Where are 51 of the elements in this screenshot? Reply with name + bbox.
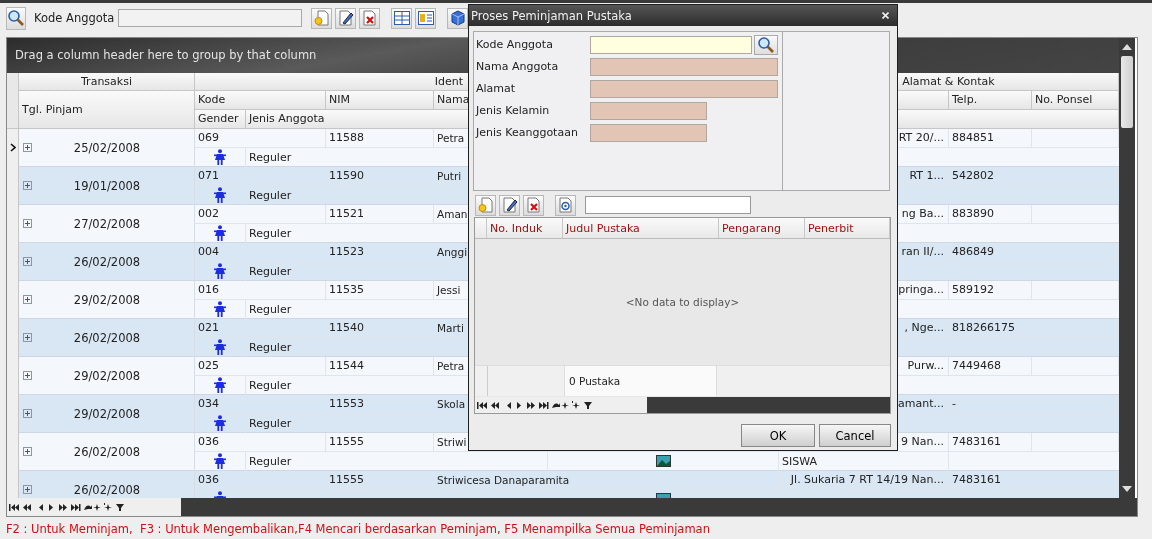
table-cell-text: 26/02/2008 [72,444,142,459]
table-cell: 004 [195,242,326,262]
table-cell-text: 29/02/2008 [72,368,142,383]
field-label: Kode Anggota [34,11,115,25]
table-cell: 11590 [326,166,434,186]
table-cell: 542802 [949,166,1032,186]
table-cell: 11588 [326,128,434,148]
table-cell-text: 26/02/2008 [72,330,142,345]
table-cell-text: 25/02/2008 [72,140,142,155]
table-cell-text: 26/02/2008 [72,482,142,497]
table-cell: - [949,394,1032,414]
table-cell: 589192 [949,280,1032,300]
table-cell: Striwicesa Danaparamita [434,470,779,490]
field-label: Jenis Kelamin [476,104,551,117]
table-cell: 002 [195,204,326,224]
table-cell: 036 [195,470,326,490]
table-cell: 7449468 [949,356,1032,376]
table-cell: 884851 [949,128,1032,148]
table-cell: 11521 [326,204,434,224]
table-cell-text: 29/02/2008 [72,406,142,421]
table-cell: Jl. Sukaria 7 RT 14/19 Nan... [779,470,949,490]
table-cell-text: 26/02/2008 [72,254,142,269]
field-label: Kode Anggota [476,38,554,51]
table-cell: 11544 [326,356,434,376]
table-cell: 7483161 [949,432,1032,452]
table-cell: 11523 [326,242,434,262]
table-cell-text: 19/01/2008 [72,178,142,193]
window-title: Proses Peminjaman Pustaka [471,8,632,23]
table-cell: 883890 [949,204,1032,224]
table-cell-text: 27/02/2008 [72,216,142,231]
table-cell: 025 [195,356,326,376]
table-cell: 11540 [326,318,434,338]
table-cell: 11535 [326,280,434,300]
table-cell-text: 29/02/2008 [72,292,142,307]
table-cell: 486849 [949,242,1032,262]
table-cell: 11555 [326,470,434,490]
table-cell: 818266175 [949,318,1032,338]
field-label: Nama Anggota [476,60,560,73]
summary-cell: 0 Pustaka [564,366,717,396]
field-label: Jenis Keanggotaan [476,126,579,139]
table-cell: 036 [195,432,326,452]
table-cell: 034 [195,394,326,414]
table-cell: 069 [195,128,326,148]
table-cell: 071 [195,166,326,186]
group-panel-hint: Drag a column header here to group by that column [15,48,317,63]
table-cell: 7483161 [949,470,1032,490]
shortcut-hint: F2 : Untuk Meminjam, F3 : Untuk Mengembalikan,F4 Mencari berdasarkan Peminjam, F5 Menampilka Semua Peminjaman [6,522,710,536]
table-cell: 021 [195,318,326,338]
table-cell: 016 [195,280,326,300]
table-cell: 11555 [326,432,434,452]
table-cell: 11553 [326,394,434,414]
